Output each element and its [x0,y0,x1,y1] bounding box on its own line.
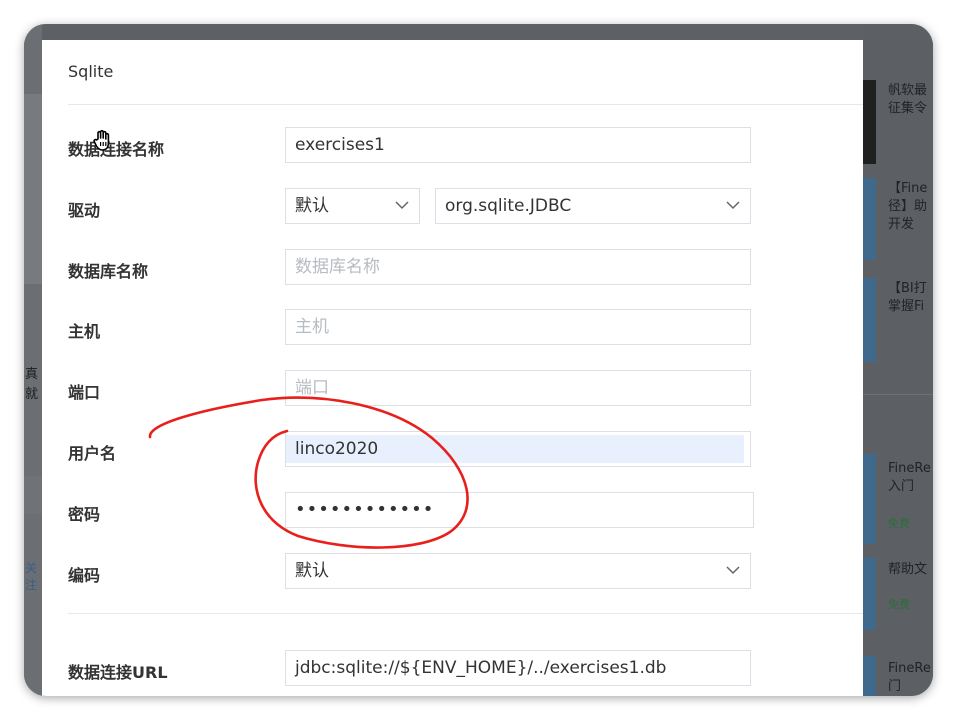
encoding-select[interactable]: 默认 [285,553,751,589]
password-input[interactable]: •••••••••••• [285,492,754,528]
password-label: 密码 [68,505,101,524]
driver-class-value: org.sqlite.JDBC [445,196,572,216]
database-label: 数据库名称 [68,262,149,281]
chevron-down-icon [395,201,409,210]
encoding-value: 默认 [295,561,329,581]
database-input[interactable]: 数据库名称 [285,249,751,285]
background-thumbnail [863,278,876,362]
chevron-down-icon [726,201,740,210]
background-item-text: 帮助文 [888,562,928,577]
username-input[interactable]: linco2020 [285,431,751,467]
background-text: 就 [25,387,39,402]
background-thumbnail [863,80,876,164]
port-placeholder: 端口 [295,378,329,398]
username-label: 用户名 [68,444,117,463]
background-block [24,476,42,514]
background-item-text: FineRe 入门 [888,461,931,494]
background-text: 真 [25,367,39,382]
connection-name-value: exercises1 [295,135,385,155]
port-label: 端口 [68,383,101,402]
background-thumbnail [863,558,876,630]
port-input[interactable]: 端口 [285,370,751,406]
connection-name-input[interactable]: exercises1 [285,127,751,163]
url-value: jdbc:sqlite://${ENV_HOME}/../exercises1.… [295,658,667,678]
connection-name-label: 数据连接名称 [68,140,165,159]
host-placeholder: 主机 [295,317,329,337]
background-item-text: 【Fine 径】助 开发 [888,181,928,232]
background-badge: 免费 [888,598,910,611]
encoding-label: 编码 [68,566,101,585]
background-page-left: 真 就 关注 [24,24,42,696]
driver-class-select[interactable]: org.sqlite.JDBC [435,188,751,224]
background-item-text: 帆软最 征集令 [888,83,928,116]
dialog-title: Sqlite [68,62,114,81]
background-thumbnail [863,178,876,260]
hand-cursor-icon [93,130,110,151]
background-block [24,94,42,284]
host-input[interactable]: 主机 [285,309,751,345]
connection-dialog: Sqlite 数据连接名称 exercises1 驱动 默认 org.sqlit… [42,40,863,696]
background-link: 关注 [25,561,38,592]
host-label: 主机 [68,322,101,341]
background-item-text: FineRe 门 [888,661,931,694]
driver-label: 驱动 [68,201,101,220]
driver-mode-value: 默认 [295,196,329,216]
background-thumbnail [863,656,876,696]
username-value: linco2020 [295,439,379,459]
section-divider [68,613,863,614]
driver-mode-select[interactable]: 默认 [285,188,420,224]
background-thumbnail [863,454,876,544]
database-placeholder: 数据库名称 [295,257,380,277]
url-input[interactable]: jdbc:sqlite://${ENV_HOME}/../exercises1.… [285,650,751,686]
background-divider [863,394,933,395]
background-page-right: 帆软最 征集令 【Fine 径】助 开发 【BI打 掌握Fi FineRe 入门… [863,24,933,696]
chevron-down-icon [726,566,740,575]
screenshot-frame: 真 就 关注 帆软最 征集令 【Fine 径】助 开发 【BI打 掌握Fi Fi… [24,24,933,696]
password-value: •••••••••••• [295,499,435,520]
background-badge: 免费 [888,517,910,530]
background-item-text: 【BI打 掌握Fi [888,281,927,314]
url-label: 数据连接URL [68,663,168,682]
title-divider [68,104,863,105]
